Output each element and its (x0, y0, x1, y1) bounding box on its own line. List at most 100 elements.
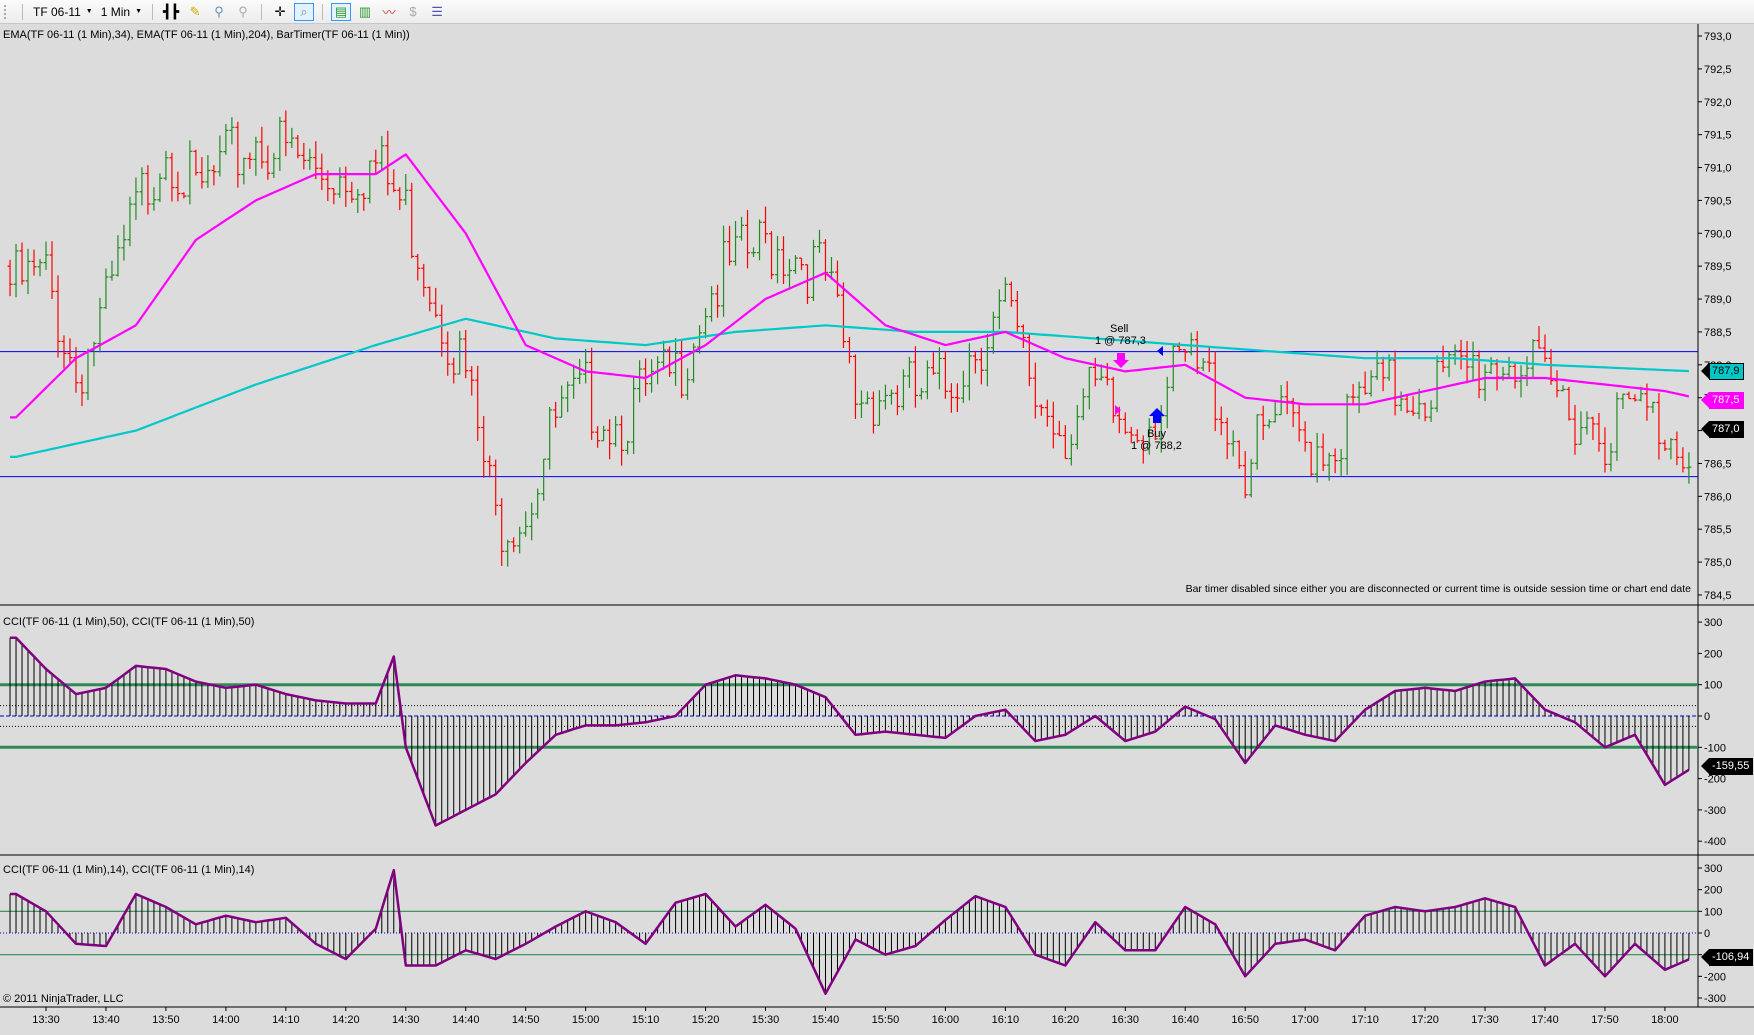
magnifier-icon[interactable]: ⌕ (294, 2, 315, 21)
y-tick-label: 791,0 (1704, 163, 1732, 175)
toolbar-grip[interactable] (4, 4, 10, 19)
price-bar (109, 260, 115, 281)
price-bar (1194, 331, 1200, 375)
price-bar (852, 354, 858, 419)
copyright-text: © 2011 NinjaTrader, LLC (3, 993, 124, 1005)
x-tick-label: 17:40 (1531, 1014, 1559, 1026)
chart-canvas[interactable]: 3002001000-100-200-300-4003002001000-100… (0, 24, 1754, 1035)
price-bar (613, 416, 619, 447)
cci50-pane[interactable] (0, 636, 1698, 827)
price-bar (1608, 442, 1614, 472)
price-bar (55, 275, 61, 358)
price-bar (810, 239, 816, 302)
drawing-pencil-icon[interactable]: ✎ (185, 3, 205, 21)
price-bar (834, 260, 840, 298)
price-bar (145, 165, 151, 215)
cci14-pane[interactable] (0, 868, 1698, 995)
price-bar (703, 307, 709, 339)
price-bar (1062, 425, 1068, 460)
sell-label: Sell (1110, 323, 1129, 335)
price-bar (1278, 384, 1284, 416)
price-bar (289, 127, 295, 148)
price-bar (1020, 324, 1026, 348)
bar-type-icon[interactable]: ┫┣ (161, 3, 181, 21)
price-bar (763, 206, 769, 244)
price-bar (1380, 356, 1386, 392)
chart-toolbar: TF 06-11 ▼ 1 Min ▼ ┫┣ ✎ ⚲ ⚲ ✛ ⌕ ▤ ▥ 〰 $ ☰ (0, 0, 1754, 24)
chart-trader-icon[interactable]: ▤ (331, 2, 352, 21)
price-bar (733, 221, 739, 266)
price-bar (816, 229, 822, 253)
price-bar (936, 347, 942, 390)
price-bar (972, 350, 978, 374)
price-bar (757, 219, 763, 261)
price-bar (361, 192, 367, 211)
price-bar (619, 415, 625, 466)
price-bar (1374, 350, 1380, 380)
price-bar (667, 346, 673, 377)
price-bar (421, 263, 427, 297)
crosshair-icon[interactable]: ✛ (270, 3, 290, 21)
properties-icon[interactable]: ☰ (427, 3, 447, 21)
price-bar (1434, 355, 1440, 413)
price-bar (984, 333, 990, 387)
price-bar (265, 145, 271, 180)
sell-detail: 1 @ 787,3 (1095, 335, 1146, 347)
instrument-label: TF 06-11 (33, 4, 81, 19)
y-tick-label: 788,5 (1704, 327, 1732, 339)
price-bar (948, 383, 954, 413)
price-bar (1614, 392, 1620, 461)
price-bar (607, 419, 613, 460)
price-bar (37, 259, 43, 277)
zoom-out-icon[interactable]: ⚲ (233, 3, 253, 21)
price-bar (43, 241, 49, 270)
price-bar (583, 348, 589, 384)
cci14-pane-title: CCI(TF 06-11 (1 Min),14), CCI(TF 06-11 (… (3, 864, 255, 876)
zoom-in-icon[interactable]: ⚲ (209, 3, 229, 21)
price-bar (235, 121, 241, 188)
indicator-icon[interactable]: 〰 (379, 3, 399, 21)
buy-detail: 1 @ 788,2 (1131, 440, 1182, 452)
price-bar (1524, 356, 1530, 387)
x-tick-label: 14:20 (332, 1014, 360, 1026)
y-tick-label: 789,0 (1704, 294, 1732, 306)
interval-dropdown[interactable]: 1 Min ▼ (97, 5, 146, 19)
buy-label: Buy (1147, 428, 1166, 440)
price-bar (709, 286, 715, 322)
price-bar (67, 338, 73, 363)
dollar-icon[interactable]: $ (403, 3, 423, 21)
price-bar (409, 182, 415, 259)
price-bar (1122, 412, 1128, 435)
y-tick-label: 786,5 (1704, 458, 1732, 470)
price-bar (343, 166, 349, 207)
toolbar-separator (322, 3, 324, 20)
interval-label: 1 Min (100, 4, 131, 19)
price-bar (978, 347, 984, 385)
candlestick-icon[interactable]: ▥ (355, 3, 375, 21)
y-tick-label: 792,0 (1704, 97, 1732, 109)
price-bar (1656, 393, 1662, 460)
instrument-dropdown[interactable]: TF 06-11 ▼ (29, 5, 97, 19)
y-tick-label: -400 (1704, 836, 1726, 848)
price-pane[interactable] (0, 110, 1698, 567)
y-tick-label: 791,5 (1704, 130, 1732, 142)
price-bar (846, 337, 852, 364)
price-bar (1164, 376, 1170, 429)
price-bar (463, 329, 469, 379)
price-bar (727, 225, 733, 266)
x-tick-label: 17:30 (1471, 1014, 1499, 1026)
x-tick-label: 15:00 (572, 1014, 600, 1026)
price-bar (1224, 417, 1230, 460)
y-tick-label: -200 (1704, 971, 1726, 983)
price-bar (876, 390, 882, 426)
price-bar (133, 177, 139, 220)
price-bar (559, 385, 565, 418)
price-bar (1572, 404, 1578, 455)
y-tick-label: 790,0 (1704, 228, 1732, 240)
x-tick-label: 14:10 (272, 1014, 300, 1026)
price-bar (529, 502, 535, 541)
ema204-value-tag: 787,9 (1701, 363, 1744, 380)
price-bar (271, 152, 277, 178)
price-bar (217, 135, 223, 177)
x-tick-label: 14:30 (392, 1014, 420, 1026)
